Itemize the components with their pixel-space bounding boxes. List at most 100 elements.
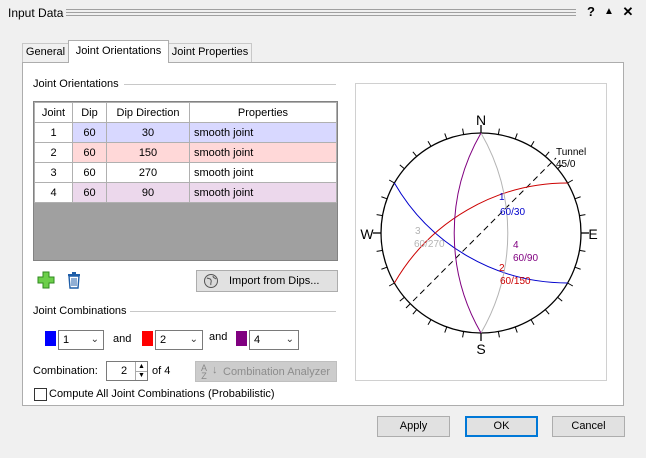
combination-value: 2	[121, 365, 128, 377]
tick-mark	[557, 296, 563, 302]
cell-joint[interactable]: 3	[34, 162, 73, 183]
west-label: W	[360, 226, 374, 242]
joint-1-value: 60/30	[500, 207, 525, 218]
compute-all-checkbox[interactable]	[34, 388, 47, 401]
table-row[interactable]: 4 60 90 smooth joint	[34, 182, 337, 203]
tick-mark	[514, 133, 518, 140]
tick-mark	[412, 151, 418, 157]
tick-mark	[574, 266, 581, 270]
trash-icon[interactable]	[66, 271, 82, 289]
joint-table[interactable]: Joint Dip Dip Direction Properties 1 60 30…	[33, 101, 338, 261]
cell-properties[interactable]: smooth joint	[189, 122, 337, 143]
joint-combinations-label: Joint Combinations	[33, 305, 127, 317]
north-label: N	[476, 112, 486, 128]
col-joint[interactable]: Joint	[34, 102, 73, 123]
cell-dip[interactable]: 60	[72, 142, 107, 163]
cell-properties[interactable]: smooth joint	[189, 162, 337, 183]
tick-mark	[381, 196, 388, 200]
spin-up-icon[interactable]: ▲	[135, 362, 147, 371]
joint-orientations-label: Joint Orientations	[33, 78, 119, 90]
joint-color-swatch	[236, 331, 247, 346]
sort-arrow-icon: ↓	[212, 364, 218, 376]
help-icon[interactable]: ?	[584, 4, 598, 20]
cell-dip-direction[interactable]: 90	[106, 182, 190, 203]
globe-icon	[203, 273, 219, 289]
group-divider	[130, 311, 336, 312]
cancel-button[interactable]: Cancel	[552, 416, 625, 437]
stereonet-view[interactable]: N S E W Tunnel 45/0 1 60/30 2 60/150 3 6…	[355, 83, 607, 381]
apply-button[interactable]: Apply	[377, 416, 450, 437]
tunnel-label: Tunnel	[556, 147, 586, 158]
title-grip[interactable]	[66, 9, 576, 16]
col-dip[interactable]: Dip	[72, 102, 107, 123]
tick-mark	[444, 326, 448, 333]
tab-joint-properties[interactable]: Joint Properties	[168, 43, 252, 62]
cell-joint[interactable]: 1	[34, 122, 73, 143]
tick-mark	[412, 309, 418, 315]
cell-properties[interactable]: smooth joint	[189, 182, 337, 203]
joint-2-label: 2	[499, 263, 505, 274]
tick-mark	[399, 164, 405, 170]
collapse-icon[interactable]: ▲	[602, 4, 616, 20]
close-icon[interactable]: ✕	[621, 4, 635, 20]
tick-mark	[399, 296, 405, 302]
cell-dip-direction[interactable]: 30	[106, 122, 190, 143]
cell-dip[interactable]: 60	[72, 162, 107, 183]
import-from-dips-button[interactable]: Import from Dips...	[196, 270, 338, 292]
combination-analyzer-button[interactable]: AZ ↓ Combination Analyzer	[195, 361, 337, 382]
chevron-down-icon: ⌄	[285, 334, 294, 345]
cell-dip-direction[interactable]: 150	[106, 142, 190, 163]
stereonet-svg: N S E W Tunnel 45/0 1 60/30 2 60/150 3 6…	[360, 112, 597, 357]
and-label: and	[113, 333, 132, 345]
joint-4-label: 4	[513, 240, 519, 251]
joint-2-value: 60/150	[500, 276, 531, 287]
combo-value: 4	[254, 334, 261, 346]
tick-mark	[381, 266, 388, 270]
table-row[interactable]: 2 60 150 smooth joint	[34, 142, 337, 163]
chevron-down-icon: ⌄	[90, 334, 99, 345]
tab-joint-orientations[interactable]: Joint Orientations	[68, 40, 169, 63]
tick-mark	[376, 249, 383, 252]
sort-az-icon: AZ	[201, 363, 208, 381]
tick-mark	[497, 331, 500, 338]
table-row[interactable]: 1 60 30 smooth joint	[34, 122, 337, 143]
cell-dip[interactable]: 60	[72, 182, 107, 203]
combo-value: 2	[160, 334, 167, 346]
tick-mark	[574, 196, 581, 200]
joint-3-value: 60/270	[414, 239, 445, 250]
joint-4-value: 60/90	[513, 253, 538, 264]
east-label: E	[588, 226, 597, 242]
joint-4-great-circle	[453, 132, 482, 334]
chevron-down-icon: ⌄	[189, 334, 198, 345]
and-label: and	[209, 331, 228, 343]
spin-down-icon[interactable]: ▼	[135, 371, 147, 380]
cell-dip-direction[interactable]: 270	[106, 162, 190, 183]
cell-joint[interactable]: 2	[34, 142, 73, 163]
tab-general[interactable]: General	[22, 43, 69, 62]
tick-mark	[388, 179, 395, 184]
col-dip-direction[interactable]: Dip Direction	[106, 102, 190, 123]
tick-mark	[444, 133, 448, 140]
tick-mark	[427, 319, 432, 326]
joint-combo-1[interactable]: 1 ⌄	[58, 330, 104, 350]
tick-mark	[497, 128, 500, 135]
cell-dip[interactable]: 60	[72, 122, 107, 143]
cell-joint[interactable]: 4	[34, 182, 73, 203]
joint-combo-3[interactable]: 4 ⌄	[249, 330, 299, 350]
joint-combo-2[interactable]: 2 ⌄	[155, 330, 203, 350]
col-properties[interactable]: Properties	[189, 102, 337, 123]
joint-3-great-circle	[480, 132, 509, 334]
compute-all-label: Compute All Joint Combinations (Probabil…	[49, 388, 275, 400]
group-divider	[124, 84, 336, 85]
ok-button[interactable]: OK	[465, 416, 538, 437]
tunnel-value: 45/0	[556, 159, 576, 170]
add-joint-icon[interactable]	[37, 271, 55, 289]
tick-mark	[567, 282, 574, 287]
tick-mark	[544, 309, 550, 315]
combination-spinner[interactable]: 2 ▲ ▼	[106, 361, 148, 381]
tunnel-axis	[405, 157, 557, 309]
tick-mark	[544, 151, 550, 157]
table-row[interactable]: 3 60 270 smooth joint	[34, 162, 337, 183]
tick-mark	[462, 331, 465, 338]
cell-properties[interactable]: smooth joint	[189, 142, 337, 163]
